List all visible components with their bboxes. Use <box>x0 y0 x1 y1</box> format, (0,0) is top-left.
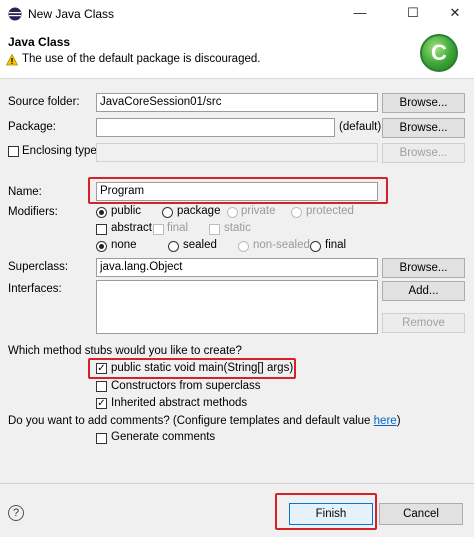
sealed-sealed-radio[interactable] <box>168 241 179 252</box>
configure-templates-link[interactable]: here <box>374 415 397 427</box>
modifier-abstract-label[interactable]: abstract <box>111 222 152 234</box>
title-bar: New Java Class — ☐ ✕ <box>0 0 474 28</box>
interfaces-label: Interfaces: <box>8 283 62 295</box>
modifier-public-radio[interactable] <box>96 207 107 218</box>
package-label: Package: <box>8 121 56 133</box>
comments-question-end: ) <box>396 415 401 427</box>
stubs-question: Which method stubs would you like to cre… <box>8 345 242 357</box>
main-stub-label[interactable]: public static void main(String[] args) <box>111 362 293 374</box>
eclipse-app-icon <box>8 7 22 21</box>
wizard-header: Java Class The use of the default packag… <box>0 28 474 79</box>
name-input[interactable]: Program <box>96 182 378 201</box>
sealed-non-sealed-label: non-sealed <box>253 239 310 251</box>
help-icon[interactable]: ? <box>8 505 24 521</box>
source-folder-browse-button[interactable]: Browse... <box>382 93 465 113</box>
superclass-browse-button[interactable]: Browse... <box>382 258 465 278</box>
sealed-final-radio[interactable] <box>310 241 321 252</box>
sealed-sealed-label[interactable]: sealed <box>183 239 217 251</box>
source-folder-input[interactable]: JavaCoreSession01/src <box>96 93 378 112</box>
warning-icon <box>6 54 18 66</box>
sealed-none-label[interactable]: none <box>111 239 137 251</box>
source-folder-label: Source folder: <box>8 96 80 108</box>
sealed-final-label[interactable]: final <box>325 239 346 251</box>
modifier-protected-radio <box>291 207 302 218</box>
comments-question: Do you want to add comments? (Configure … <box>8 415 401 427</box>
maximize-button[interactable]: ☐ <box>398 2 428 24</box>
generate-comments-label[interactable]: Generate comments <box>111 431 215 443</box>
close-button[interactable]: ✕ <box>440 2 470 24</box>
sealed-non-sealed-radio <box>238 241 249 252</box>
modifiers-label: Modifiers: <box>8 206 58 218</box>
enclosing-type-checkbox[interactable] <box>8 146 19 157</box>
modifier-final-checkbox <box>153 224 164 235</box>
enclosing-type-browse-button: Browse... <box>382 143 465 163</box>
comments-question-text: Do you want to add comments? (Configure … <box>8 415 374 427</box>
modifier-protected-label: protected <box>306 205 354 217</box>
cancel-button[interactable]: Cancel <box>379 503 463 525</box>
inherited-stub-label[interactable]: Inherited abstract methods <box>111 397 247 409</box>
superclass-label: Superclass: <box>8 261 69 273</box>
finish-button[interactable]: Finish <box>289 503 373 525</box>
modifier-static-label: static <box>224 222 251 234</box>
wizard-title: Java Class <box>8 35 71 49</box>
modifier-package-label[interactable]: package <box>177 205 220 217</box>
constructors-stub-checkbox[interactable] <box>96 381 107 392</box>
interfaces-list[interactable] <box>96 280 378 334</box>
sealed-none-radio[interactable] <box>96 241 107 252</box>
main-stub-checkbox[interactable]: ✓ <box>96 363 107 374</box>
java-class-logo-icon: C <box>420 34 458 72</box>
modifier-abstract-checkbox[interactable] <box>96 224 107 235</box>
interfaces-remove-button: Remove <box>382 313 465 333</box>
interfaces-add-button[interactable]: Add... <box>382 281 465 301</box>
modifier-private-label: private <box>241 205 276 217</box>
window-title: New Java Class <box>28 7 115 21</box>
warning-message: The use of the default package is discou… <box>22 53 261 65</box>
package-browse-button[interactable]: Browse... <box>382 118 465 138</box>
enclosing-type-input <box>96 143 378 162</box>
enclosing-type-label: Enclosing type: <box>22 145 100 157</box>
superclass-input[interactable]: java.lang.Object <box>96 258 378 277</box>
modifier-package-radio[interactable] <box>162 207 173 218</box>
constructors-stub-label[interactable]: Constructors from superclass <box>111 380 261 392</box>
package-input[interactable] <box>96 118 335 137</box>
footer-separator <box>0 483 474 484</box>
modifier-private-radio <box>227 207 238 218</box>
modifier-public-label[interactable]: public <box>111 205 141 217</box>
inherited-stub-checkbox[interactable]: ✓ <box>96 398 107 409</box>
modifier-final-label: final <box>167 222 189 234</box>
generate-comments-checkbox[interactable] <box>96 433 107 444</box>
minimize-button[interactable]: — <box>345 2 375 24</box>
name-label: Name: <box>8 186 42 198</box>
modifier-static-checkbox <box>209 224 220 235</box>
package-default-text: (default) <box>339 121 382 133</box>
